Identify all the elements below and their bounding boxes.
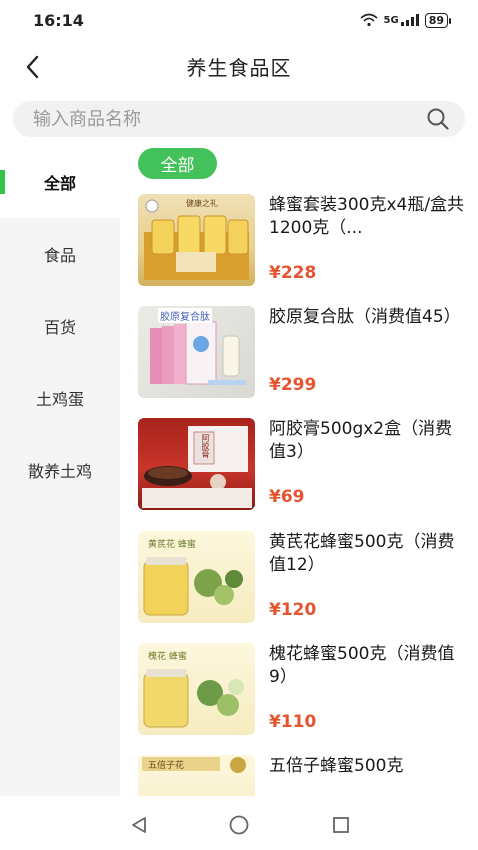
- product-thumbnail-caption: 五倍子花: [148, 761, 185, 771]
- sidebar-item-label: 土鸡蛋: [35, 390, 84, 409]
- sidebar-item-all[interactable]: 全部: [0, 146, 120, 218]
- product-item[interactable]: 五倍子花 五倍子蜂蜜500克: [138, 755, 468, 796]
- product-item[interactable]: 阿胶膏 阿胶膏500gx2盒（消费值3） ¥69: [138, 418, 468, 514]
- search-input[interactable]: [33, 108, 425, 130]
- wifi-icon: [359, 13, 378, 27]
- system-navigation-bar: [0, 796, 478, 850]
- product-price: ¥110: [269, 712, 317, 732]
- battery-indicator: 89: [424, 12, 452, 28]
- status-icons: 5G 89: [359, 12, 452, 28]
- product-price: ¥69: [269, 487, 305, 507]
- product-thumbnail-caption: 黄芪花 蜂蜜: [148, 540, 196, 550]
- product-name: 黄芪花蜂蜜500克（消费值12）: [269, 532, 455, 575]
- system-home-button[interactable]: [228, 814, 250, 836]
- product-thumbnail: 胶原复合肽: [138, 306, 255, 398]
- status-time: 16:14: [33, 10, 84, 30]
- product-name: 胶原复合肽（消费值45）: [269, 307, 461, 327]
- product-thumbnail: 黄芪花 蜂蜜: [138, 531, 255, 623]
- signal-strength-icon: [400, 14, 419, 26]
- product-price: ¥228: [269, 263, 317, 283]
- search-icon[interactable]: [425, 106, 451, 132]
- product-thumbnail: 健康之礼: [138, 194, 255, 286]
- product-price: ¥120: [269, 600, 317, 620]
- product-thumbnail: 五倍子花: [138, 755, 255, 796]
- sidebar-item-label: 食品: [43, 246, 76, 265]
- network-type-label: 5G: [383, 14, 399, 26]
- product-price: ¥299: [269, 375, 317, 395]
- system-recents-button[interactable]: [330, 814, 352, 836]
- sidebar-item-label: 散养土鸡: [27, 462, 92, 481]
- product-item[interactable]: 槐花 蜂蜜 槐花蜂蜜500克（消费值9） ¥110: [138, 643, 468, 739]
- product-thumbnail-caption: 胶原复合肽: [158, 308, 212, 323]
- square-recents-icon: [333, 817, 349, 833]
- product-item[interactable]: 胶原复合肽 胶原复合肽（消费值45） ¥299: [138, 306, 468, 402]
- product-list: 全部 健康之礼 蜂蜜套装300克x4瓶/盒共1200克（... ¥228 胶原复…: [120, 146, 478, 796]
- product-thumbnail: 槐花 蜂蜜: [138, 643, 255, 735]
- page-header: 养生食品区: [0, 40, 478, 92]
- product-thumbnail-caption: 槐花 蜂蜜: [148, 652, 187, 662]
- page-title: 养生食品区: [186, 55, 292, 80]
- search-bar: [13, 101, 465, 137]
- product-thumbnail: 阿胶膏: [138, 418, 255, 510]
- category-chip-all[interactable]: 全部: [138, 148, 217, 179]
- back-button[interactable]: [18, 52, 48, 82]
- product-item[interactable]: 健康之礼 蜂蜜套装300克x4瓶/盒共1200克（... ¥228: [138, 194, 468, 290]
- product-name: 阿胶膏500gx2盒（消费值3）: [269, 419, 453, 462]
- product-name: 槐花蜂蜜500克（消费值9）: [269, 644, 455, 687]
- chevron-left-icon: [26, 55, 39, 79]
- sidebar-item-free-range-chicken[interactable]: 散养土鸡: [0, 434, 120, 506]
- product-name: 五倍子蜂蜜500克: [269, 756, 404, 776]
- triangle-back-icon: [132, 817, 146, 833]
- sidebar-item-label: 全部: [43, 174, 76, 193]
- category-sidebar: 全部 食品 百货 土鸡蛋 散养土鸡: [0, 146, 120, 796]
- product-item[interactable]: 黄芪花 蜂蜜 黄芪花蜂蜜500克（消费值12） ¥120: [138, 531, 468, 627]
- circle-home-icon: [229, 815, 249, 835]
- sidebar-item-general-goods[interactable]: 百货: [0, 290, 120, 362]
- status-bar: 16:14 5G 89: [0, 0, 478, 40]
- product-name: 蜂蜜套装300克x4瓶/盒共1200克（...: [269, 195, 465, 238]
- product-thumbnail-caption: 健康之礼: [186, 199, 218, 208]
- system-back-button[interactable]: [128, 814, 150, 836]
- product-thumbnail-caption: 阿胶膏: [201, 434, 210, 458]
- sidebar-item-label: 百货: [43, 318, 76, 337]
- sidebar-item-free-range-eggs[interactable]: 土鸡蛋: [0, 362, 120, 434]
- sidebar-item-food[interactable]: 食品: [0, 218, 120, 290]
